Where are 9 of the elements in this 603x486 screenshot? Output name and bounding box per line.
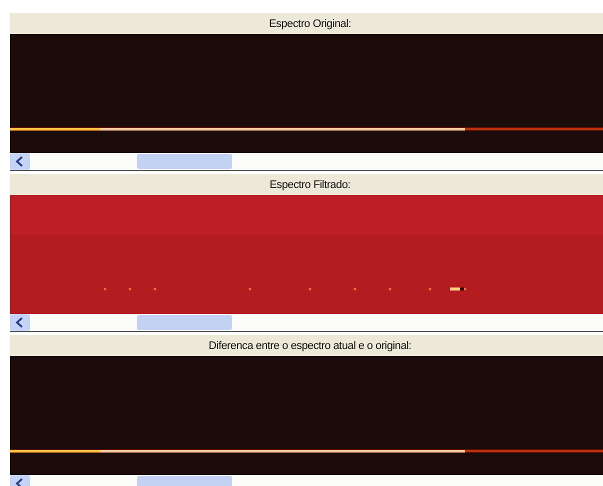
panel-title: Espectro Original: — [10, 13, 603, 34]
horizontal-scrollbar[interactable] — [10, 314, 603, 331]
panel-title: Espectro Filtrado: — [10, 174, 603, 195]
panel-title: Diferenca entre o espectro atual e o original: — [10, 335, 603, 356]
scroll-thumb[interactable] — [137, 154, 232, 169]
horizontal-scrollbar[interactable] — [10, 153, 603, 170]
scroll-left-icon[interactable] — [10, 314, 30, 331]
scroll-left-icon[interactable] — [10, 153, 30, 170]
scroll-thumb[interactable] — [137, 315, 232, 330]
